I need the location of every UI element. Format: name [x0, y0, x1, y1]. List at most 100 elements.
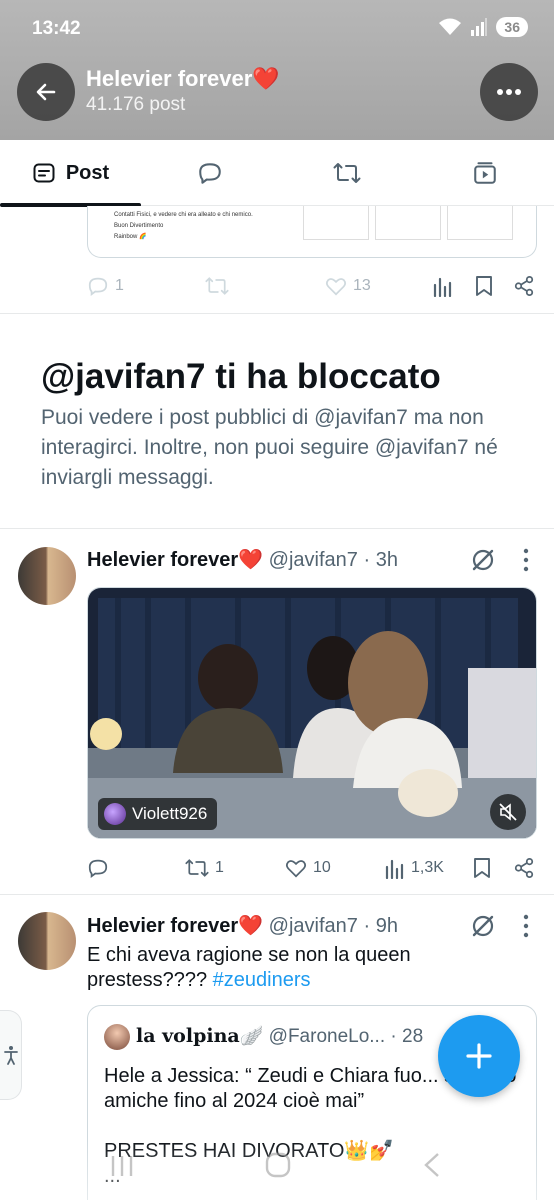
quoted-avatar: [104, 1024, 130, 1050]
bookmark-button[interactable]: [473, 853, 491, 883]
arrow-left-icon: [36, 83, 56, 101]
heart-emoji: ❤️: [238, 549, 264, 571]
share-button[interactable]: [513, 271, 535, 301]
repost-icon: [205, 277, 229, 295]
views-icon: [385, 859, 404, 879]
tweet-header: Helevier forever❤️ @javifan7 · 3h: [87, 549, 398, 571]
recents-icon[interactable]: [108, 1150, 136, 1180]
reply-icon: [88, 277, 108, 296]
blocked-description: Puoi vedere i post pubblici di @javifan7…: [41, 406, 498, 489]
profile-header: 13:42 36 Helevier forever❤️ 41.176 post: [0, 0, 554, 140]
tweet-time: 3h: [375, 549, 398, 571]
like-button[interactable]: 10: [285, 853, 331, 883]
repost-count: 1: [215, 859, 224, 876]
avatar[interactable]: [18, 912, 76, 970]
home-icon[interactable]: [263, 1150, 293, 1180]
bookmark-icon: [476, 276, 492, 296]
tweet-header: Helevier forever❤️ @javifan7 · 9h: [87, 915, 398, 937]
repost-button[interactable]: [205, 271, 229, 301]
mini-calendar-thumb: [303, 206, 369, 240]
like-count: 10: [313, 859, 331, 876]
android-nav-bar: [0, 1140, 554, 1200]
tab-media[interactable]: [445, 140, 525, 206]
wing-emoji: 🪽: [239, 1026, 264, 1048]
tweet-time: 9h: [375, 915, 398, 937]
mini-calendar-thumb: [375, 206, 441, 240]
tweet-video[interactable]: Violett926: [87, 587, 537, 839]
back-nav-icon[interactable]: [420, 1150, 444, 1180]
share-icon: [514, 275, 534, 297]
tweet-author-name[interactable]: Helevier forever❤️: [87, 915, 263, 937]
quoted-tweet-header: la volpina🪽 @FaroneLo... · 28: [104, 1024, 423, 1050]
tab-reposts[interactable]: [307, 140, 387, 206]
status-time: 13:42: [32, 18, 81, 39]
prev-card-text: Contatti Fisici, e vedere chi era alleat…: [114, 210, 253, 243]
share-icon: [514, 857, 534, 879]
media-icon: [474, 162, 496, 184]
bookmark-button[interactable]: [475, 271, 493, 301]
reposts-icon: [333, 163, 361, 183]
more-button[interactable]: [480, 63, 538, 121]
reply-count: 1: [115, 277, 124, 294]
heart-icon: [325, 278, 347, 296]
mute-button[interactable]: [490, 794, 526, 830]
accessibility-icon: [3, 1046, 18, 1065]
tweet1-actions: 1 10 1,3K: [87, 853, 537, 883]
quoted-handle: @FaroneLo...: [268, 1026, 386, 1048]
video-owner-tag[interactable]: Violett926: [98, 798, 218, 830]
views-button[interactable]: [433, 271, 453, 301]
tab-posts[interactable]: Post: [0, 140, 141, 207]
share-button[interactable]: [513, 853, 535, 883]
reply-button[interactable]: [87, 853, 109, 883]
divider: [0, 313, 554, 314]
quoted-time: 28: [402, 1026, 424, 1048]
video-owner-avatar: [104, 803, 126, 825]
prev-card-line: Buon Divertimento: [114, 223, 164, 229]
repost-button[interactable]: 1: [185, 853, 224, 883]
previous-tweet-card[interactable]: Contatti Fisici, e vedere chi era alleat…: [87, 206, 537, 258]
divider: [0, 894, 554, 895]
signal-icon: [471, 18, 488, 36]
heart-emoji: ❤️: [238, 915, 264, 937]
avatar[interactable]: [18, 547, 76, 605]
reply-button[interactable]: 1: [87, 271, 124, 301]
more-vertical-icon[interactable]: [516, 913, 536, 939]
plus-icon: [466, 1043, 492, 1069]
post-count: 41.176 post: [86, 94, 186, 115]
speaker-muted-icon: [499, 803, 517, 821]
tweet-handle: @javifan7: [268, 915, 358, 937]
posts-icon: [33, 163, 55, 183]
compose-button[interactable]: [438, 1015, 520, 1097]
prev-tweet-actions: 1 13: [87, 271, 537, 301]
hashtag-link[interactable]: #zeudiners: [213, 969, 311, 991]
back-button[interactable]: [17, 63, 75, 121]
tweet-handle: @javifan7: [268, 549, 358, 571]
grok-icon[interactable]: [470, 913, 496, 939]
like-button[interactable]: 13: [325, 271, 371, 301]
prev-card-line: Contatti Fisici, e vedere chi era alleat…: [114, 212, 253, 218]
more-vertical-icon[interactable]: [516, 547, 536, 573]
view-count: 1,3K: [411, 859, 444, 876]
tweet-text: E chi aveva ragione se non la queen pres…: [87, 943, 527, 993]
battery-badge: 36: [496, 17, 528, 37]
tab-replies[interactable]: [170, 140, 250, 206]
grok-icon[interactable]: [470, 547, 496, 573]
mini-calendar-thumb: [447, 206, 513, 240]
tab-posts-label: Post: [65, 161, 110, 184]
wifi-icon: [439, 18, 462, 35]
tweet-author-name[interactable]: Helevier forever❤️: [87, 549, 263, 571]
blocked-title: @javifan7 ti ha bloccato: [41, 357, 441, 396]
status-bar: 13:42 36: [0, 0, 554, 56]
more-horizontal-icon: [497, 89, 521, 95]
accessibility-tab[interactable]: [0, 1010, 22, 1100]
heart-icon: [285, 860, 307, 878]
video-owner-name: Violett926: [132, 804, 208, 823]
prev-card-line: Rainbow 🌈: [114, 234, 147, 240]
views-icon: [433, 277, 452, 297]
profile-tabs: Post: [0, 140, 554, 207]
profile-name: Helevier forever❤️: [86, 66, 280, 91]
divider: [0, 528, 554, 529]
reply-icon: [88, 859, 108, 878]
like-count: 13: [353, 277, 371, 294]
views-button[interactable]: 1,3K: [385, 853, 444, 883]
